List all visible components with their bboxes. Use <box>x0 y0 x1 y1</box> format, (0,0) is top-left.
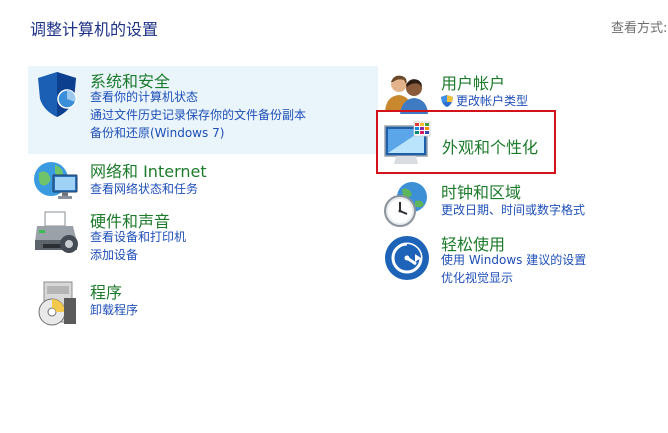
link-view-computer-status[interactable]: 查看你的计算机状态 <box>90 88 306 106</box>
appearance-monitor-icon[interactable] <box>384 120 434 170</box>
category-clock-region[interactable]: 时钟和区域 更改日期、时间或数字格式 <box>380 177 660 227</box>
category-system-security[interactable]: 系统和安全 查看你的计算机状态 通过文件历史记录保存你的文件备份副本 备份和还原… <box>28 66 378 154</box>
ease-of-access-icon[interactable] <box>382 233 432 283</box>
page-title: 调整计算机的设置 <box>30 20 159 39</box>
link-change-account-type-label: 更改帐户类型 <box>456 94 529 108</box>
programs-disc-icon[interactable] <box>34 280 84 330</box>
network-globe-icon[interactable] <box>31 157 81 207</box>
category-user-accounts[interactable]: 用户帐户 更改帐户类型 <box>380 68 660 114</box>
link-optimize-visual-display[interactable]: 优化视觉显示 <box>441 269 586 287</box>
clock-globe-icon[interactable] <box>382 179 432 229</box>
category-appearance-title[interactable]: 外观和个性化 <box>442 134 538 158</box>
link-recommended-settings[interactable]: 使用 Windows 建议的设置 <box>441 251 586 269</box>
printer-icon[interactable] <box>31 208 81 258</box>
category-programs-title[interactable]: 程序 <box>90 279 122 303</box>
view-by-label[interactable]: 查看方式: <box>611 17 667 36</box>
link-change-date-time-format[interactable]: 更改日期、时间或数字格式 <box>441 201 585 219</box>
link-add-device[interactable]: 添加设备 <box>90 246 186 264</box>
link-devices-printers[interactable]: 查看设备和打印机 <box>90 228 186 246</box>
category-network-internet-title[interactable]: 网络和 Internet <box>90 158 207 182</box>
category-appearance-personalization[interactable]: 外观和个性化 <box>376 110 556 174</box>
category-clock-region-title[interactable]: 时钟和区域 <box>441 179 521 203</box>
uac-shield-icon <box>441 94 453 107</box>
category-programs[interactable]: 程序 卸载程序 <box>28 276 368 326</box>
link-network-status-tasks[interactable]: 查看网络状态和任务 <box>90 180 198 198</box>
link-backup-restore[interactable]: 备份和还原(Windows 7) <box>90 124 306 142</box>
security-shield-icon[interactable] <box>32 69 82 119</box>
category-ease-of-access[interactable]: 轻松使用 使用 Windows 建议的设置 优化视觉显示 <box>380 229 660 289</box>
link-change-account-type[interactable]: 更改帐户类型 <box>441 92 528 110</box>
link-file-history-backup[interactable]: 通过文件历史记录保存你的文件备份副本 <box>90 106 306 124</box>
category-hardware-sound[interactable]: 硬件和声音 查看设备和打印机 添加设备 <box>28 206 368 266</box>
link-uninstall-program[interactable]: 卸载程序 <box>90 301 138 319</box>
category-user-accounts-title[interactable]: 用户帐户 <box>441 70 505 94</box>
category-network-internet[interactable]: 网络和 Internet 查看网络状态和任务 <box>28 155 368 205</box>
